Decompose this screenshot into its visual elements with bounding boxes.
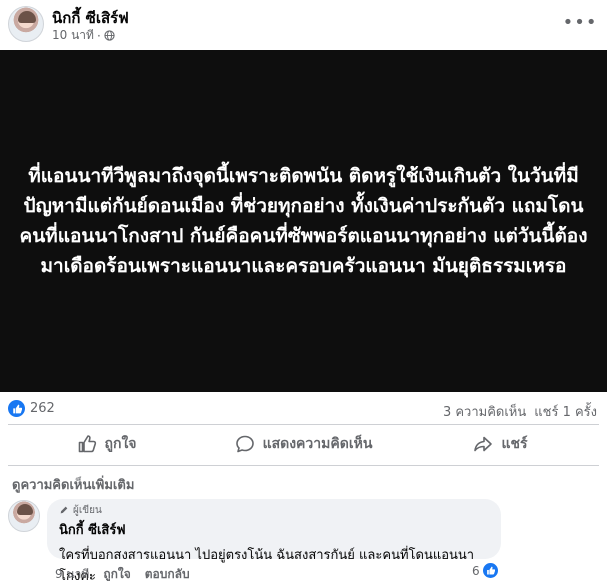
share-count[interactable]: แชร์ 1 ครั้ง: [534, 401, 597, 422]
post-meta: 10 นาที ·: [52, 26, 115, 45]
like-count[interactable]: 262: [30, 401, 55, 416]
author-avatar[interactable]: [8, 6, 44, 42]
comment-reply-button[interactable]: ตอบกลับ: [145, 565, 190, 581]
pencil-icon: [60, 506, 68, 514]
post-stats: 262 3 ความคิดเห็น แชร์ 1 ครั้ง: [0, 398, 607, 420]
meta-separator: ·: [96, 28, 101, 43]
like-reaction-icon[interactable]: [8, 400, 25, 417]
comment-like-button[interactable]: ถูกใจ: [103, 565, 130, 581]
comment-time[interactable]: 9 นาที: [55, 565, 89, 581]
divider-top: [8, 424, 599, 425]
divider-bottom: [8, 465, 599, 466]
like-label: ถูกใจ: [104, 436, 137, 452]
post-image-text: ที่แอนนาทีวีพูลมาถึงจุดนี้เพราะติดพนัน ต…: [19, 165, 588, 277]
author-badge-label: ผู้เขียน: [73, 504, 102, 516]
comment-label: แสดงความคิดเห็น: [262, 436, 373, 452]
post-time[interactable]: 10 นาที: [52, 26, 94, 45]
stats-right: 3 ความคิดเห็น แชร์ 1 ครั้ง: [443, 401, 597, 422]
comment-avatar[interactable]: [8, 500, 40, 532]
comment-count[interactable]: 3 ความคิดเห็น: [443, 401, 526, 422]
comment-like-icon: [482, 563, 498, 578]
share-label: แชร์: [501, 436, 528, 452]
globe-icon: [104, 30, 115, 41]
comment-author[interactable]: นิกกี้ ซีเสิร์ฟ: [59, 519, 489, 540]
comment-actions: 9 นาที ถูกใจ ตอบกลับ: [55, 565, 190, 581]
share-icon: [474, 436, 493, 452]
like-icon: [78, 435, 96, 453]
author-badge: ผู้เขียน: [59, 503, 489, 517]
comment-reactions[interactable]: 6: [472, 563, 498, 578]
share-button[interactable]: แชร์: [402, 427, 599, 461]
view-more-comments[interactable]: ดูความคิดเห็นเพิ่มเติม: [12, 474, 134, 495]
like-button[interactable]: ถูกใจ: [8, 427, 205, 461]
post-image[interactable]: ที่แอนนาทีวีพูลมาถึงจุดนี้เพราะติดพนัน ต…: [0, 50, 607, 392]
comment-button[interactable]: แสดงความคิดเห็น: [205, 427, 402, 461]
more-icon[interactable]: •••: [563, 8, 597, 36]
comment-icon: [235, 435, 254, 453]
post-actions: ถูกใจ แสดงความคิดเห็น แชร์: [8, 427, 599, 461]
post-header: นิกกี้ ซีเสิร์ฟ 10 นาที · •••: [0, 0, 607, 50]
comment-bubble: ผู้เขียน นิกกี้ ซีเสิร์ฟ ใครที่บอกสงสารแ…: [47, 499, 501, 581]
comment-reaction-count: 6: [472, 563, 480, 578]
